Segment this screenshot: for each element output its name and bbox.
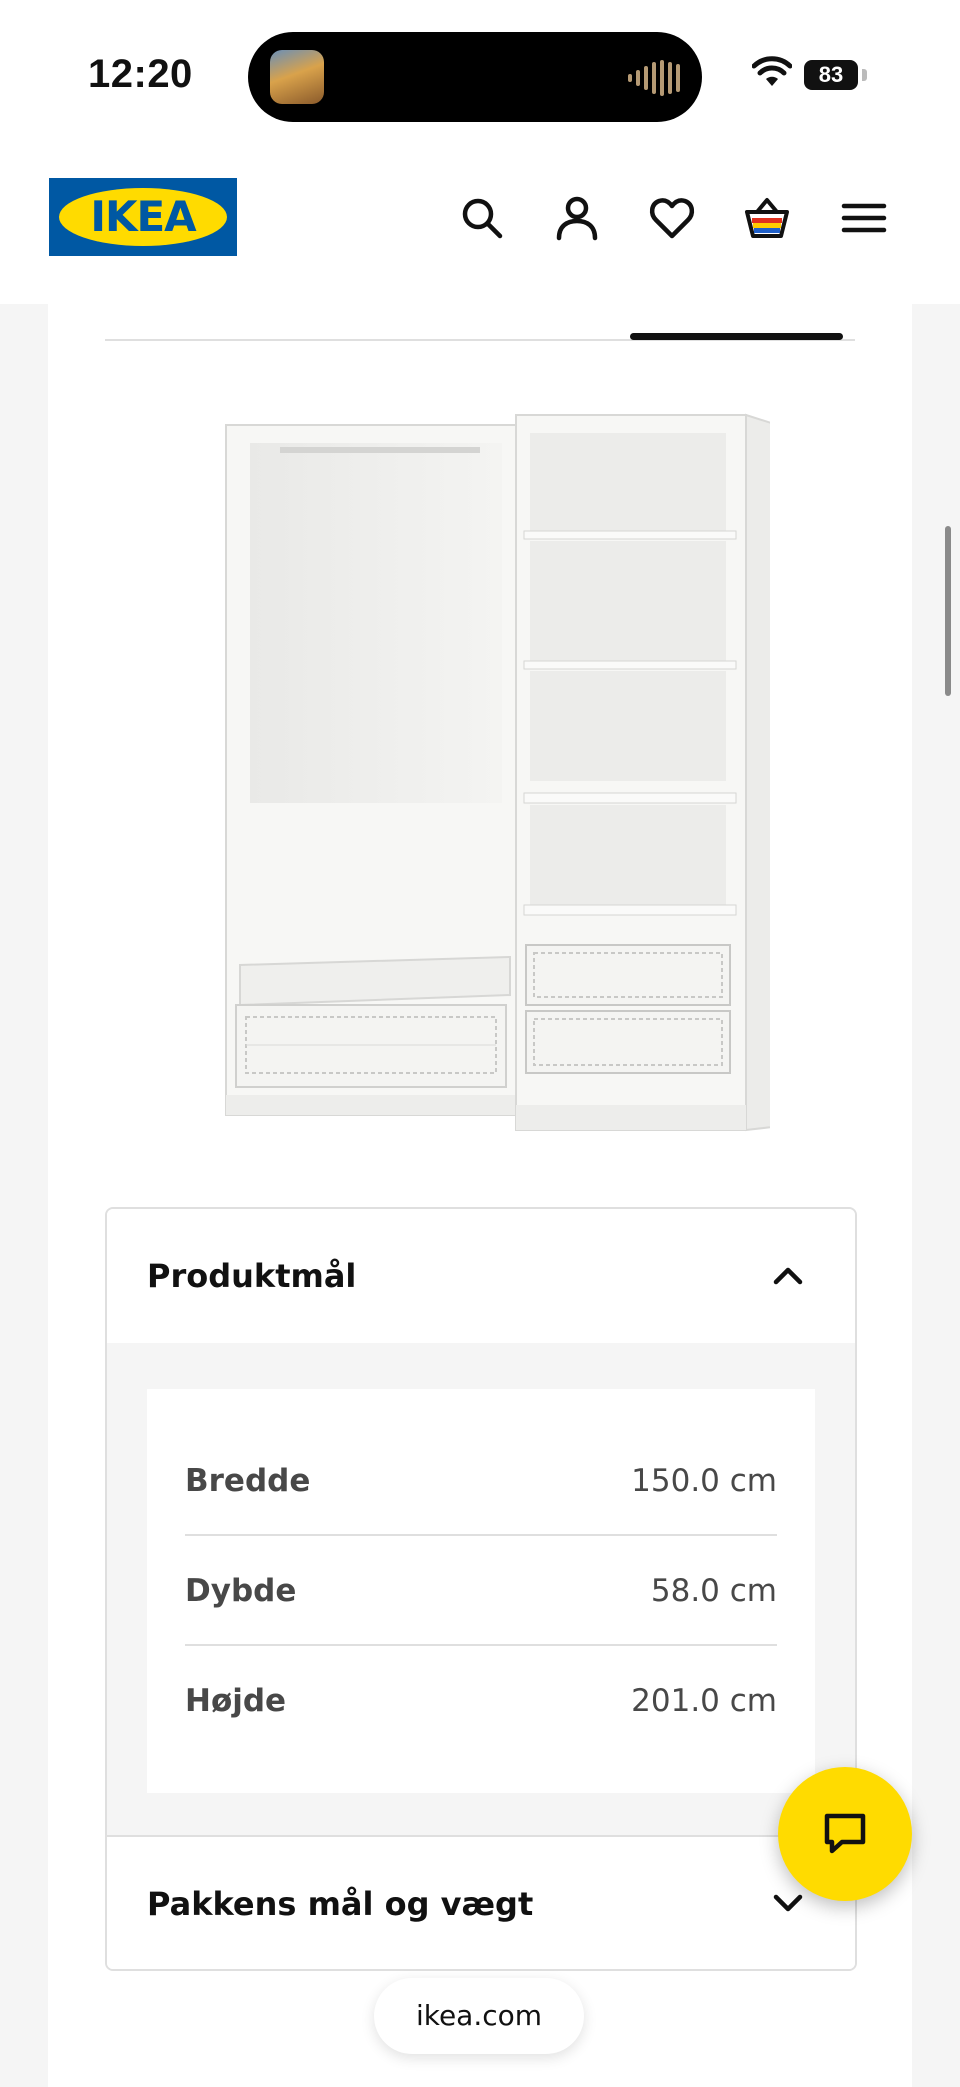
- status-bar: 12:20 83: [0, 0, 960, 150]
- battery-icon: 83: [804, 60, 858, 90]
- dimension-label: Dybde: [185, 1573, 297, 1609]
- dimension-label: Højde: [185, 1683, 287, 1719]
- dimension-row-width: Bredde 150.0 cm: [185, 1427, 777, 1535]
- status-time: 12:20: [88, 52, 193, 96]
- chat-button[interactable]: [778, 1767, 912, 1901]
- dimensions-table: Bredde 150.0 cm Dybde 58.0 cm Højde 201.…: [147, 1389, 815, 1793]
- scrollbar[interactable]: [945, 526, 951, 696]
- browser-url-bar[interactable]: ikea.com: [374, 1978, 584, 2054]
- dimension-row-depth: Dybde 58.0 cm: [185, 1537, 777, 1645]
- produktmal-title: Produktmål: [147, 1257, 357, 1295]
- row-divider: [185, 1644, 777, 1646]
- chevron-up-icon: [773, 1267, 803, 1285]
- logo-text: IKEA: [90, 192, 196, 241]
- battery-tip: [862, 69, 867, 81]
- audio-waveform-icon: [628, 60, 680, 96]
- row-divider: [185, 1534, 777, 1536]
- product-image[interactable]: [210, 405, 770, 1145]
- cart-icon[interactable]: [743, 194, 791, 242]
- dimension-value: 201.0 cm: [631, 1683, 777, 1719]
- site-header: IKEA: [0, 150, 960, 304]
- dynamic-island[interactable]: [248, 32, 702, 122]
- dimension-value: 150.0 cm: [631, 1463, 777, 1499]
- account-icon[interactable]: [553, 194, 601, 242]
- dimension-row-height: Højde 201.0 cm: [185, 1647, 777, 1755]
- dimensions-accordion: Produktmål Bredde 150.0 cm Dybde 58.0 cm…: [105, 1207, 857, 1971]
- produktmal-accordion-header[interactable]: Produktmål: [107, 1209, 855, 1343]
- now-playing-icon: [270, 50, 324, 104]
- chat-icon: [824, 1813, 866, 1854]
- wifi-icon: [752, 56, 792, 86]
- dimension-value: 58.0 cm: [650, 1573, 777, 1609]
- search-icon[interactable]: [458, 194, 506, 242]
- heart-icon[interactable]: [648, 194, 696, 242]
- package-title: Pakkens mål og vægt: [147, 1885, 534, 1923]
- ikea-logo[interactable]: IKEA: [49, 178, 237, 256]
- active-tab-indicator[interactable]: [630, 333, 843, 340]
- dimension-label: Bredde: [185, 1463, 311, 1499]
- package-accordion-header[interactable]: Pakkens mål og vægt: [107, 1835, 855, 1969]
- produktmal-panel: Bredde 150.0 cm Dybde 58.0 cm Højde 201.…: [107, 1343, 855, 1835]
- menu-icon[interactable]: [840, 194, 888, 242]
- chevron-down-icon: [773, 1894, 803, 1912]
